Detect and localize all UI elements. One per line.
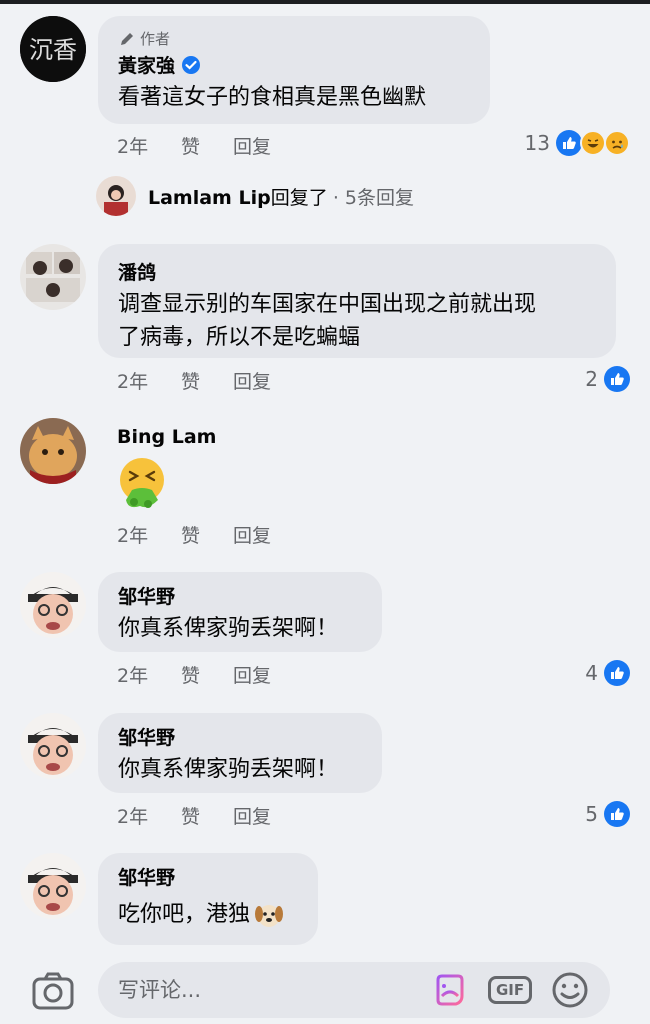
comment-author[interactable]: 邹华野 bbox=[118, 723, 364, 750]
author-badge: 作者 bbox=[118, 28, 472, 49]
comment-composer: GIF bbox=[0, 958, 650, 1024]
avatar-image bbox=[20, 244, 86, 310]
avatar[interactable] bbox=[20, 418, 86, 484]
avatar-image: 沉香 bbox=[20, 16, 86, 82]
comment-actions: 2年 赞 回复 bbox=[117, 661, 271, 688]
comment-bubble[interactable]: 邹华野 你真系俾家驹丢架啊！ bbox=[98, 713, 382, 793]
comment-author[interactable]: Bing Lam bbox=[117, 426, 216, 448]
reaction-summary[interactable]: 4 bbox=[585, 660, 630, 686]
avatar-sticker-icon[interactable] bbox=[430, 970, 470, 1010]
comment-text: 看著這女子的食相真是黑色幽默 bbox=[118, 85, 427, 110]
top-status-line bbox=[0, 0, 650, 4]
avatar[interactable] bbox=[20, 244, 86, 310]
avatar[interactable] bbox=[20, 572, 86, 638]
reply-avatar bbox=[96, 176, 136, 216]
comment-bubble[interactable]: 邹华野 吃你吧，港独 bbox=[98, 853, 318, 945]
pencil-icon bbox=[121, 32, 133, 45]
comment-bubble[interactable]: 潘鸽 调查显示别的车国家在中国出现之前就出现 了病毒，所以不是吃蝙蝠 bbox=[98, 244, 616, 358]
verified-badge-icon bbox=[182, 55, 201, 74]
reaction-count: 5 bbox=[585, 802, 598, 826]
avatar-image bbox=[20, 572, 86, 638]
comment-bubble[interactable]: 邹华野 你真系俾家驹丢架啊！ bbox=[98, 572, 382, 652]
comment-text: 你真系俾家驹丢架啊！ bbox=[118, 616, 339, 641]
reply-button[interactable]: 回复 bbox=[233, 521, 271, 548]
comment-bubble[interactable]: 作者 黃家強 看著這女子的食相真是黑色幽默 bbox=[98, 16, 490, 124]
avatar[interactable] bbox=[20, 713, 86, 779]
comment-actions: 2年 赞 回复 bbox=[117, 521, 271, 548]
view-replies-row[interactable]: Lamlam Lip回复了 · 5条回复 bbox=[96, 176, 414, 216]
avatar[interactable]: 沉香 bbox=[20, 16, 86, 82]
comment-time: 2年 bbox=[117, 806, 149, 828]
emoji-icon[interactable] bbox=[550, 970, 590, 1010]
reply-button[interactable]: 回复 bbox=[233, 367, 271, 394]
reply-count: · 5条回复 bbox=[332, 186, 414, 209]
like-button[interactable]: 赞 bbox=[181, 661, 233, 688]
camera-icon[interactable] bbox=[32, 972, 74, 1010]
like-button[interactable]: 赞 bbox=[181, 132, 233, 159]
like-button[interactable]: 赞 bbox=[181, 802, 233, 829]
comment-author[interactable]: 邹华野 bbox=[118, 863, 300, 890]
comment-time: 2年 bbox=[117, 525, 149, 547]
avatar-image bbox=[20, 713, 86, 779]
avatar-text: 沉香 bbox=[29, 36, 77, 64]
reaction-count: 13 bbox=[524, 131, 550, 155]
like-reaction-icon bbox=[556, 130, 582, 156]
comment-author[interactable]: 潘鸽 bbox=[118, 258, 598, 285]
comment-text: 你真系俾家驹丢架啊！ bbox=[118, 757, 339, 782]
like-reaction-icon bbox=[604, 366, 630, 392]
reply-action: 回复了 bbox=[270, 186, 328, 209]
comment-actions: 2年 赞 回复 bbox=[117, 802, 271, 829]
comment-text-line-1: 调查显示别的车国家在中国出现之前就出现 bbox=[118, 292, 537, 317]
comment-actions: 2年 赞 回复 bbox=[117, 132, 271, 159]
comment-time: 2年 bbox=[117, 136, 149, 158]
gif-label: GIF bbox=[487, 976, 533, 1004]
reaction-count: 2 bbox=[585, 367, 598, 391]
nauseated-emoji bbox=[120, 458, 164, 508]
avatar-image bbox=[20, 853, 86, 919]
reply-button[interactable]: 回复 bbox=[233, 802, 271, 829]
laugh-reaction-icon bbox=[580, 130, 606, 156]
dog-emoji bbox=[255, 904, 284, 927]
comment-time: 2年 bbox=[117, 371, 149, 393]
like-reaction-icon bbox=[604, 660, 630, 686]
comment-author[interactable]: 邹华野 bbox=[118, 582, 364, 609]
avatar[interactable] bbox=[20, 853, 86, 919]
comment-time: 2年 bbox=[117, 665, 149, 687]
comment-input-pill[interactable]: GIF bbox=[98, 962, 610, 1018]
author-badge-label: 作者 bbox=[140, 30, 171, 48]
comment-text: 吃你吧，港独 bbox=[118, 902, 251, 927]
like-button[interactable]: 赞 bbox=[181, 367, 233, 394]
gif-button[interactable]: GIF bbox=[487, 970, 533, 1010]
comment-actions: 2年 赞 回复 bbox=[117, 367, 271, 394]
reply-button[interactable]: 回复 bbox=[233, 132, 271, 159]
reaction-summary[interactable]: 13 bbox=[525, 130, 630, 156]
reply-author[interactable]: Lamlam Lip bbox=[148, 187, 271, 209]
reaction-count: 4 bbox=[585, 661, 598, 685]
reaction-summary[interactable]: 2 bbox=[585, 366, 630, 392]
like-reaction-icon bbox=[604, 801, 630, 827]
comment-input[interactable] bbox=[118, 978, 418, 1002]
sad-reaction-icon bbox=[604, 130, 630, 156]
reaction-summary[interactable]: 5 bbox=[585, 801, 630, 827]
avatar-image bbox=[20, 418, 86, 484]
comment-text-line-2: 了病毒，所以不是吃蝙蝠 bbox=[118, 325, 361, 350]
reply-button[interactable]: 回复 bbox=[233, 661, 271, 688]
like-button[interactable]: 赞 bbox=[181, 521, 233, 548]
comment-author[interactable]: 黃家強 bbox=[118, 51, 175, 78]
